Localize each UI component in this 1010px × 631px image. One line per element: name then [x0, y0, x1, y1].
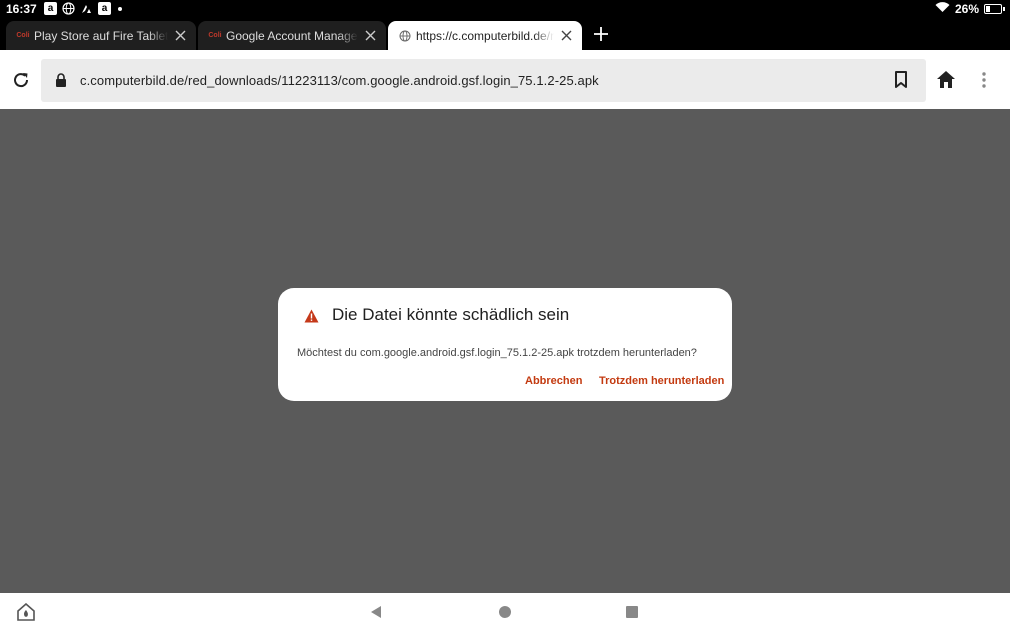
tab-title: Google Account Manager (APK) [226, 28, 358, 43]
back-icon[interactable] [369, 605, 383, 619]
browser-toolbar: c.computerbild.de/red_downloads/11223113… [0, 50, 1010, 109]
close-icon[interactable] [554, 30, 578, 41]
status-right: 26% [935, 2, 1005, 16]
amazon-icon: a [98, 2, 111, 15]
amazon-icon: a [44, 2, 57, 15]
cancel-button[interactable]: Abbrechen [525, 375, 582, 387]
home-circle-icon[interactable] [499, 606, 511, 618]
url-text[interactable]: c.computerbild.de/red_downloads/11223113… [80, 73, 599, 88]
tab-strip: Coli Play Store auf Fire Tablet installi… [0, 19, 1010, 50]
system-nav-bar [0, 593, 1010, 631]
close-icon[interactable] [168, 30, 192, 41]
url-bar[interactable]: c.computerbild.de/red_downloads/11223113… [41, 59, 926, 102]
reload-icon [14, 73, 29, 88]
notification-icons: a a [44, 2, 122, 15]
status-time: 16:37 [6, 2, 37, 16]
fire-home-icon[interactable] [17, 602, 35, 621]
lock-icon[interactable] [55, 73, 67, 87]
tab-google-account-manager[interactable]: Coli Google Account Manager (APK) [198, 21, 386, 50]
tab-title: Play Store auf Fire Tablet installieren [34, 28, 168, 43]
warning-icon [304, 309, 319, 323]
more-vert-icon [982, 72, 986, 88]
wifi-icon [935, 2, 950, 16]
home-icon [937, 71, 955, 88]
kindle-icon [80, 2, 93, 15]
new-tab-button[interactable] [590, 23, 612, 45]
download-warning-dialog: Die Datei könnte schädlich sein Möchtest… [278, 288, 732, 401]
home-button[interactable] [935, 69, 957, 91]
notification-dot [118, 6, 122, 11]
download-anyway-button[interactable]: Trotzdem herunterladen [599, 375, 724, 387]
close-icon[interactable] [358, 30, 382, 41]
battery-level [986, 6, 990, 12]
overflow-menu-button[interactable] [978, 71, 990, 89]
dialog-title: Die Datei könnte schädlich sein [332, 305, 570, 324]
computerbild-favicon: Coli [16, 32, 30, 39]
plus-icon [594, 27, 608, 41]
tab-title: https://c.computerbild.de/red_downloads [416, 28, 554, 43]
recents-icon[interactable] [626, 606, 638, 618]
computerbild-favicon: Coli [208, 32, 222, 39]
bookmark-icon[interactable] [894, 71, 908, 89]
globe-icon [62, 2, 75, 15]
battery-icon [984, 4, 1005, 14]
dialog-message: Möchtest du com.google.android.gsf.login… [297, 347, 697, 359]
battery-percent: 26% [954, 2, 979, 16]
tab-computerbild-download[interactable]: https://c.computerbild.de/red_downloads [388, 21, 582, 50]
globe-icon [398, 29, 412, 43]
tab-play-store[interactable]: Coli Play Store auf Fire Tablet installi… [6, 21, 196, 50]
reload-button[interactable] [10, 69, 32, 91]
status-bar: 16:37 a a 26% [0, 0, 1010, 19]
